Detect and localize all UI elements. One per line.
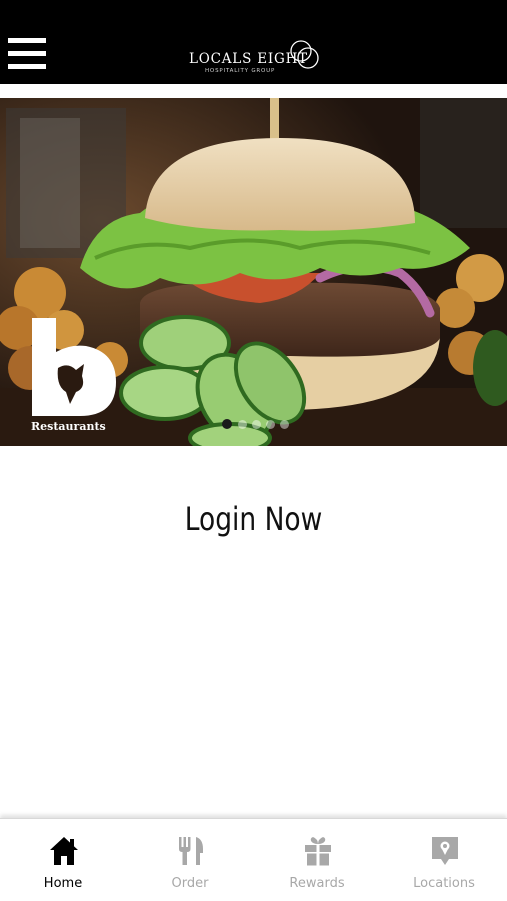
hamburger-menu-icon[interactable] <box>8 38 46 72</box>
tab-order-label: Order <box>171 876 209 891</box>
carousel-dot-5[interactable] <box>280 420 289 429</box>
fork-knife-icon <box>179 837 203 865</box>
map-pin-icon <box>432 837 458 865</box>
tab-home-label: Home <box>43 876 83 891</box>
tab-locations[interactable]: Locations <box>381 819 507 901</box>
tab-rewards[interactable]: Rewards <box>254 819 380 901</box>
carousel-dot-1[interactable] <box>222 419 232 429</box>
brand-wordmark: Restaurants <box>31 420 106 433</box>
header-spacer <box>0 84 507 98</box>
carousel-dot-2[interactable] <box>238 420 247 429</box>
gift-icon <box>305 837 331 866</box>
rings-logo-icon <box>290 40 319 69</box>
locals-eight-logo[interactable]: LOCALS EIGHT HOSPITALITY GROUP <box>186 36 326 76</box>
login-now-button[interactable]: Login Now <box>20 500 486 538</box>
tab-rewards-label: Rewards <box>289 876 345 891</box>
logo-tagline: HOSPITALITY GROUP <box>205 68 276 74</box>
tab-order[interactable]: Order <box>127 819 253 901</box>
bottom-tab-bar: Home Order Rewards Locations <box>0 818 507 901</box>
b-restaurants-logo-icon <box>32 318 116 416</box>
carousel-dot-3[interactable] <box>252 420 261 429</box>
app-header: LOCALS EIGHT HOSPITALITY GROUP <box>0 0 507 84</box>
home-icon <box>50 837 78 865</box>
tab-locations-label: Locations <box>413 876 475 891</box>
tab-home[interactable]: Home <box>0 819 126 901</box>
hero-banner[interactable]: Restaurants <box>0 98 507 446</box>
carousel-dot-4[interactable] <box>266 420 275 429</box>
